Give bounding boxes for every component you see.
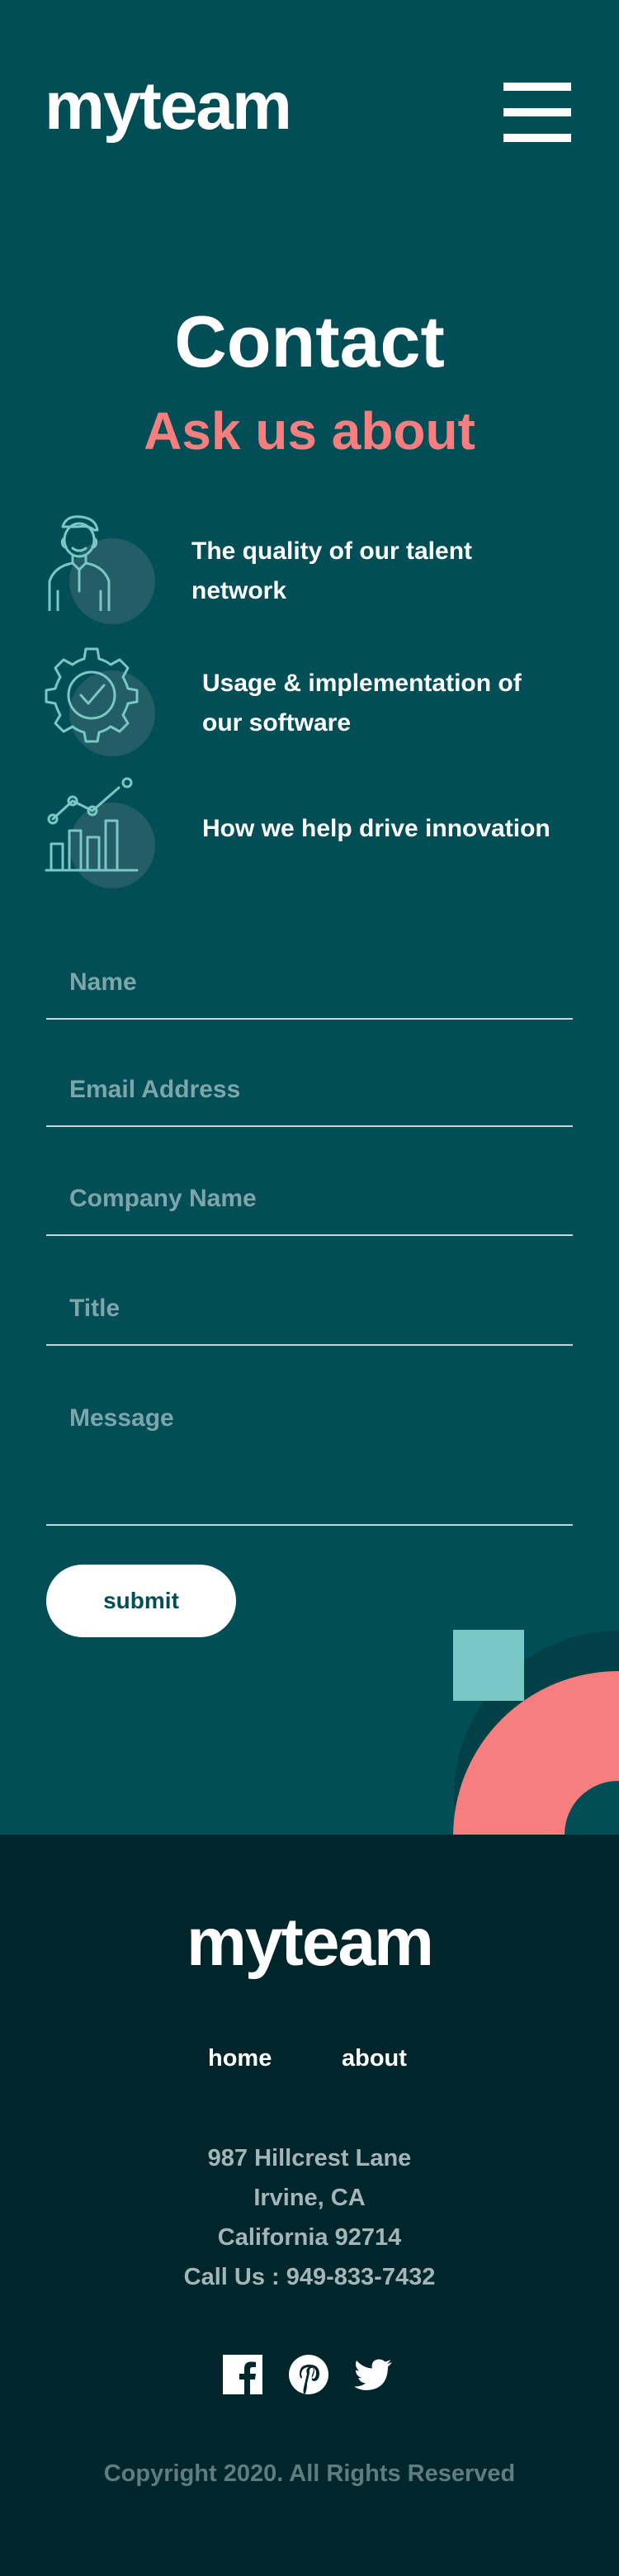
- topic-text: How we help drive innovation: [202, 815, 550, 842]
- footer-logo[interactable]: myteam: [0, 1909, 619, 1977]
- title-field[interactable]: Title: [46, 1263, 573, 1346]
- menu-bar: [503, 83, 571, 91]
- topic-item: The quality of our talent network: [45, 512, 581, 636]
- header: myteam: [0, 0, 619, 165]
- name-placeholder: Name: [69, 968, 137, 996]
- topic-item: Usage & implementation of our software: [45, 644, 581, 768]
- company-field[interactable]: Company Name: [46, 1153, 573, 1236]
- address-line: 987 Hillcrest Lane: [207, 2145, 412, 2171]
- email-field[interactable]: Email Address: [46, 1044, 573, 1127]
- footer: myteam home about 987 Hillcrest Lane Irv…: [0, 1835, 619, 2576]
- email-placeholder: Email Address: [69, 1076, 241, 1103]
- title-placeholder: Title: [69, 1295, 120, 1322]
- pinterest-icon[interactable]: [289, 2355, 328, 2394]
- logo[interactable]: myteam: [45, 73, 292, 140]
- twitter-icon[interactable]: [353, 2355, 393, 2394]
- page-subtitle: Ask us about: [144, 401, 475, 461]
- topic-text: Usage & implementation of our software: [202, 670, 522, 736]
- topic-item: How we help drive innovation: [45, 776, 581, 900]
- company-placeholder: Company Name: [69, 1185, 257, 1212]
- gear-check-icon: [45, 647, 139, 743]
- address-line: Irvine, CA: [253, 2185, 366, 2211]
- submit-button[interactable]: submit: [46, 1565, 236, 1637]
- decorative-teal-square: [453, 1630, 524, 1701]
- name-field[interactable]: Name: [46, 937, 573, 1020]
- copyright: Copyright 2020. All Rights Reserved: [103, 2460, 516, 2487]
- page-title: Contact: [174, 301, 445, 382]
- address-line: California 92714: [217, 2224, 402, 2251]
- footer-nav-about[interactable]: about: [342, 2045, 407, 2072]
- person-icon: [48, 515, 111, 611]
- message-field[interactable]: Message: [46, 1373, 573, 1526]
- menu-bar: [503, 134, 571, 142]
- footer-nav-home[interactable]: home: [208, 2045, 272, 2072]
- menu-bar: [503, 108, 571, 116]
- topic-text: The quality of our talent network: [191, 537, 473, 604]
- contact-section: myteam Contact Ask us about The quality …: [0, 0, 619, 1835]
- message-placeholder: Message: [69, 1404, 174, 1432]
- hamburger-menu-icon[interactable]: [503, 83, 571, 142]
- phone-line: Call Us : 949-833-7432: [183, 2264, 436, 2290]
- chart-icon: [45, 777, 139, 872]
- facebook-icon[interactable]: [223, 2355, 262, 2394]
